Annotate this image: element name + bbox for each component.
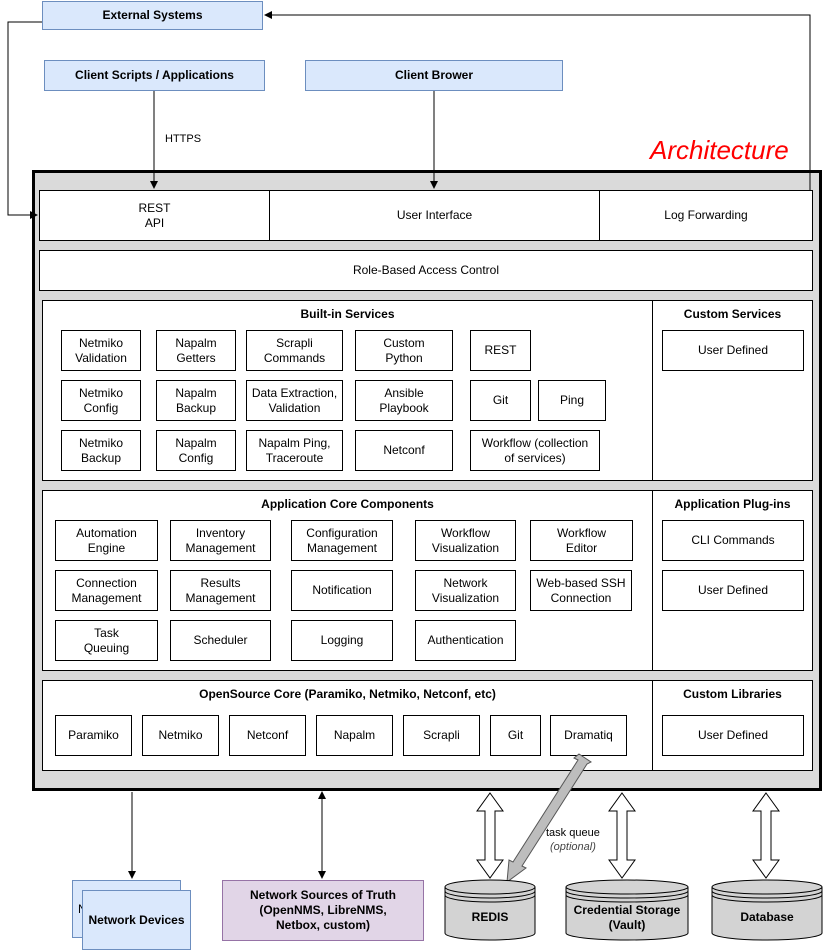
connectors [7,11,823,941]
external-to-rest-connector [7,21,42,219]
architecture-diagram: External Systems Client Scripts / Applic… [0,0,824,952]
task-queue-label: task queue [546,827,600,839]
network-devices-box: Network Devices [82,890,191,950]
double-arrow [608,792,636,879]
double-arrow [752,792,780,879]
task-queue-arrow [506,753,592,884]
redis-label: REDIS [471,910,509,924]
credential-storage-label: Credential Storage (Vault) [573,902,681,932]
optional-label: (optional) [550,841,596,853]
database-label: Database [740,910,794,924]
double-arrow [476,792,504,879]
sources-of-truth-box: Network Sources of Truth (OpenNMS, Libre… [222,880,424,941]
log-forwarding-to-external-connector [264,11,811,190]
